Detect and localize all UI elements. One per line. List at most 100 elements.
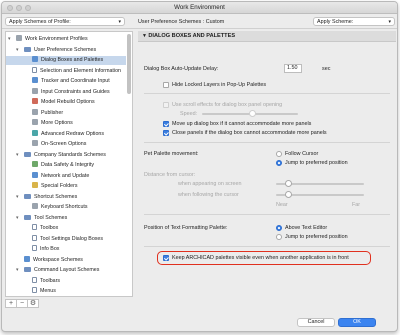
sidebar-item[interactable]: On-Screen Options: [24, 140, 86, 149]
ok-button[interactable]: OK: [338, 318, 376, 327]
near-label: Near: [276, 202, 288, 208]
following-slider-thumb[interactable]: [285, 191, 292, 198]
rebuild-icon: [32, 98, 38, 104]
pet-palette-label: Pet Palette movement:: [144, 151, 199, 157]
sidebar-item[interactable]: Tool Settings Dialog Boxes: [24, 234, 103, 244]
sidebar-item[interactable]: ▾ User Preference Schemes: [16, 46, 96, 55]
sidebar-item-label: Company Standards Schemes: [34, 151, 106, 158]
scheme-options-button[interactable]: ⚙: [27, 299, 39, 308]
disclosure-open-icon[interactable]: ▾: [8, 35, 16, 44]
publisher-icon: [32, 108, 38, 115]
sidebar-item[interactable]: ▾ Command Layout Schemes: [16, 266, 99, 275]
work-environment-window: Work Environment Apply Schemes of Profil…: [1, 1, 398, 332]
safety-icon: [32, 161, 38, 167]
sidebar-item-label: Menus: [40, 288, 56, 294]
above-editor-radio[interactable]: [276, 225, 282, 231]
zoom-window-icon[interactable]: [25, 5, 31, 11]
disclosure-open-icon[interactable]: ▾: [16, 193, 24, 202]
speed-slider-thumb[interactable]: [249, 110, 256, 117]
sidebar-item-label: Toolbars: [40, 277, 61, 284]
close-panels-checkbox[interactable]: [163, 130, 169, 136]
sidebar-item[interactable]: Advanced Redraw Options: [24, 129, 104, 139]
sidebar-item[interactable]: ▾ Company Standards Schemes: [16, 151, 106, 160]
hide-locked-checkbox[interactable]: [163, 82, 169, 88]
appearing-label: when appearing on screen: [178, 181, 242, 187]
network-icon: [32, 171, 38, 178]
apply-profile-dropdown[interactable]: Apply Schemes of Profile: ▾: [5, 17, 125, 26]
folder-icon: [24, 214, 31, 220]
cancel-button[interactable]: Cancel: [297, 318, 335, 327]
sidebar-item[interactable]: Workspace Schemes: [16, 255, 83, 265]
follow-cursor-radio[interactable]: [276, 151, 282, 157]
above-editor-label: Above Text Editor: [285, 225, 328, 231]
sidebar-item[interactable]: ▾ Shortcut Schemes: [16, 193, 77, 202]
autoupdate-label: Dialog Box Auto-Update Delay:: [144, 66, 219, 72]
separator: [144, 142, 390, 143]
sidebar-item[interactable]: Data Safety & Integrity: [24, 161, 94, 170]
dialog-icon: [32, 56, 38, 62]
sidebar-item[interactable]: Publisher: [24, 108, 64, 118]
sidebar-item[interactable]: Model Rebuild Options: [24, 98, 95, 107]
tool-settings-icon: [32, 234, 37, 241]
sidebar-item-label: More Options: [41, 120, 73, 126]
sidebar-item-label: Special Folders: [41, 183, 78, 189]
move-up-checkbox[interactable]: [163, 121, 169, 127]
sidebar-item[interactable]: Keyboard Shortcuts: [24, 203, 88, 212]
profiles-icon: [16, 35, 22, 41]
sidebar-item-label: Publisher: [41, 109, 64, 116]
special-folder-icon: [32, 182, 38, 188]
sidebar-item[interactable]: Network and Update: [24, 171, 89, 181]
hide-locked-label: Hide Locked Layers in Pop-Up Palettes: [172, 82, 267, 88]
close-panels-label: Close panels if the dialog box cannot ac…: [172, 130, 327, 136]
selection-icon: [32, 66, 37, 73]
autoupdate-field[interactable]: 1.50: [284, 64, 302, 73]
sidebar-item[interactable]: Info Box: [24, 245, 59, 254]
sidebar-item-label: Data Safety & Integrity: [41, 162, 94, 168]
sidebar-item[interactable]: Special Folders: [24, 182, 78, 191]
far-label: Far: [352, 202, 361, 208]
apply-scheme-dropdown[interactable]: Apply Scheme: ▾: [313, 17, 395, 26]
sidebar-scrollbar[interactable]: [127, 34, 131, 94]
sidebar-item-label: Dialog Boxes and Palettes: [41, 57, 104, 63]
close-window-icon[interactable]: [7, 5, 13, 11]
chevron-down-icon: ▾: [118, 19, 121, 25]
sidebar-item-label: Shortcut Schemes: [34, 193, 78, 200]
jump-preferred-label: Jump to preferred position: [285, 160, 348, 166]
toolbar: Apply Schemes of Profile: ▾ User Prefere…: [2, 15, 397, 29]
settings-panel: ▼ DIALOG BOXES AND PALETTES Dialog Box A…: [138, 31, 396, 303]
jump-preferred-radio[interactable]: [276, 160, 282, 166]
keep-visible-checkbox[interactable]: [163, 255, 169, 261]
sidebar-item[interactable]: Toolbox: [24, 224, 58, 233]
scroll-effects-label: Use scroll effects for dialog box panel …: [172, 102, 283, 108]
jump-preferred-text-radio[interactable]: [276, 234, 282, 240]
folder-icon: [24, 46, 31, 52]
jump-preferred-text-label: Jump to preferred position: [285, 234, 348, 240]
menus-icon: [32, 287, 37, 293]
sidebar-item-label: Tool Schemes: [34, 214, 68, 221]
sidebar-item[interactable]: Menus: [24, 287, 56, 296]
minimize-window-icon[interactable]: [16, 5, 22, 11]
sidebar-item[interactable]: More Options: [24, 119, 73, 128]
scroll-effects-checkbox[interactable]: [163, 102, 169, 108]
sidebar-item[interactable]: ▾ Tool Schemes: [16, 214, 67, 223]
workspace-icon: [24, 255, 30, 262]
scheme-tree[interactable]: ▾ Work Environment Profiles ▾ User Preferen…: [5, 31, 133, 297]
autoupdate-unit: sec: [322, 66, 331, 72]
appearing-slider-thumb[interactable]: [285, 180, 292, 187]
section-header[interactable]: ▼ DIALOG BOXES AND PALETTES: [138, 31, 396, 42]
sidebar-item[interactable]: Input Constraints and Guides: [24, 87, 110, 97]
keyboard-icon: [32, 203, 38, 209]
redraw-icon: [32, 129, 38, 136]
sidebar-item[interactable]: Dialog Boxes and Palettes: [24, 56, 103, 65]
sidebar-item[interactable]: Selection and Element Information: [24, 66, 121, 76]
sidebar-item[interactable]: ▾ Work Environment Profiles: [8, 35, 88, 44]
disclosure-open-icon[interactable]: ▾: [16, 266, 24, 275]
move-up-label: Move up dialog box if it cannot accommod…: [172, 121, 312, 127]
sidebar-item[interactable]: Toolbars: [24, 276, 61, 286]
disclosure-open-icon[interactable]: ▾: [16, 151, 24, 160]
speed-label: Speed:: [180, 111, 198, 117]
disclosure-open-icon[interactable]: ▾: [16, 46, 24, 55]
input-icon: [32, 87, 38, 94]
sidebar-item[interactable]: Tracker and Coordinate Input: [24, 77, 110, 86]
disclosure-open-icon[interactable]: ▾: [16, 214, 24, 223]
